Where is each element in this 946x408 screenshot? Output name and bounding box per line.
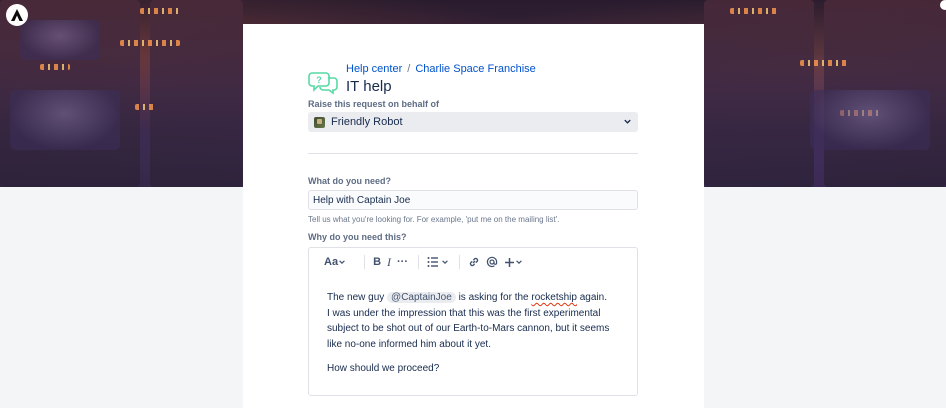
body-text: again. bbox=[576, 292, 607, 303]
list-dropdown[interactable] bbox=[427, 253, 449, 271]
section-divider bbox=[308, 153, 638, 154]
on-behalf-select[interactable]: Friendly Robot bbox=[308, 112, 638, 132]
body-text: is asking for the bbox=[455, 292, 532, 303]
need-label: What do you need? bbox=[308, 176, 391, 186]
breadcrumb: Help center / Charlie Space Franchise bbox=[346, 63, 536, 75]
toolbar-divider bbox=[418, 255, 420, 269]
body-text: I was under the impression that this was… bbox=[327, 307, 610, 350]
request-form-card: ? Help center / Charlie Space Franchise IT… bbox=[243, 24, 704, 408]
link-icon bbox=[469, 257, 479, 267]
toolbar-divider bbox=[364, 255, 366, 269]
insert-dropdown[interactable] bbox=[504, 253, 523, 271]
editor-paragraph: The new guy @CaptainJoe is asking for th… bbox=[327, 290, 627, 352]
user-avatar-icon bbox=[314, 116, 325, 128]
mention-button[interactable] bbox=[486, 253, 498, 271]
editor-paragraph: How should we proceed? bbox=[327, 363, 440, 374]
description-editor[interactable]: Aa B I ··· The new guy @CaptainJoe is as… bbox=[308, 247, 638, 396]
editor-toolbar: Aa B I ··· bbox=[309, 248, 637, 276]
help-chat-icon: ? bbox=[308, 72, 338, 95]
bullet-list-icon bbox=[427, 257, 439, 267]
bold-button[interactable]: B bbox=[373, 253, 381, 271]
on-behalf-value: Friendly Robot bbox=[331, 116, 403, 128]
link-button[interactable] bbox=[468, 253, 480, 271]
chevron-down-icon bbox=[624, 119, 631, 124]
italic-button[interactable]: I bbox=[387, 253, 391, 271]
chevron-down-icon bbox=[516, 260, 522, 265]
editor-content[interactable]: The new guy @CaptainJoe is asking for th… bbox=[327, 290, 627, 377]
profile-indicator[interactable] bbox=[940, 0, 946, 10]
breadcrumb-service-desk[interactable]: Charlie Space Franchise bbox=[415, 63, 535, 75]
chevron-down-icon bbox=[339, 260, 345, 265]
summary-helper-text: Tell us what you're looking for. For exa… bbox=[308, 215, 560, 224]
why-label: Why do you need this? bbox=[308, 232, 407, 242]
on-behalf-label: Raise this request on behalf of bbox=[308, 99, 440, 109]
svg-text:?: ? bbox=[316, 75, 322, 85]
misspelled-word[interactable]: rocketship bbox=[531, 292, 577, 303]
breadcrumb-help-center[interactable]: Help center bbox=[346, 63, 402, 75]
chevron-down-icon bbox=[442, 260, 448, 265]
text-style-label: Aa bbox=[324, 256, 339, 268]
page-title: IT help bbox=[346, 78, 392, 95]
body-text: The new guy bbox=[327, 292, 388, 303]
summary-input[interactable]: Help with Captain Joe bbox=[308, 190, 638, 210]
more-formatting-button[interactable]: ··· bbox=[397, 253, 408, 271]
at-sign-icon bbox=[486, 256, 498, 268]
toolbar-divider bbox=[459, 255, 461, 269]
atlassian-logo-icon[interactable] bbox=[6, 4, 28, 26]
user-mention[interactable]: @CaptainJoe bbox=[387, 292, 456, 303]
plus-icon bbox=[505, 257, 515, 267]
breadcrumb-separator: / bbox=[407, 63, 411, 75]
text-style-dropdown[interactable]: Aa bbox=[324, 253, 346, 271]
